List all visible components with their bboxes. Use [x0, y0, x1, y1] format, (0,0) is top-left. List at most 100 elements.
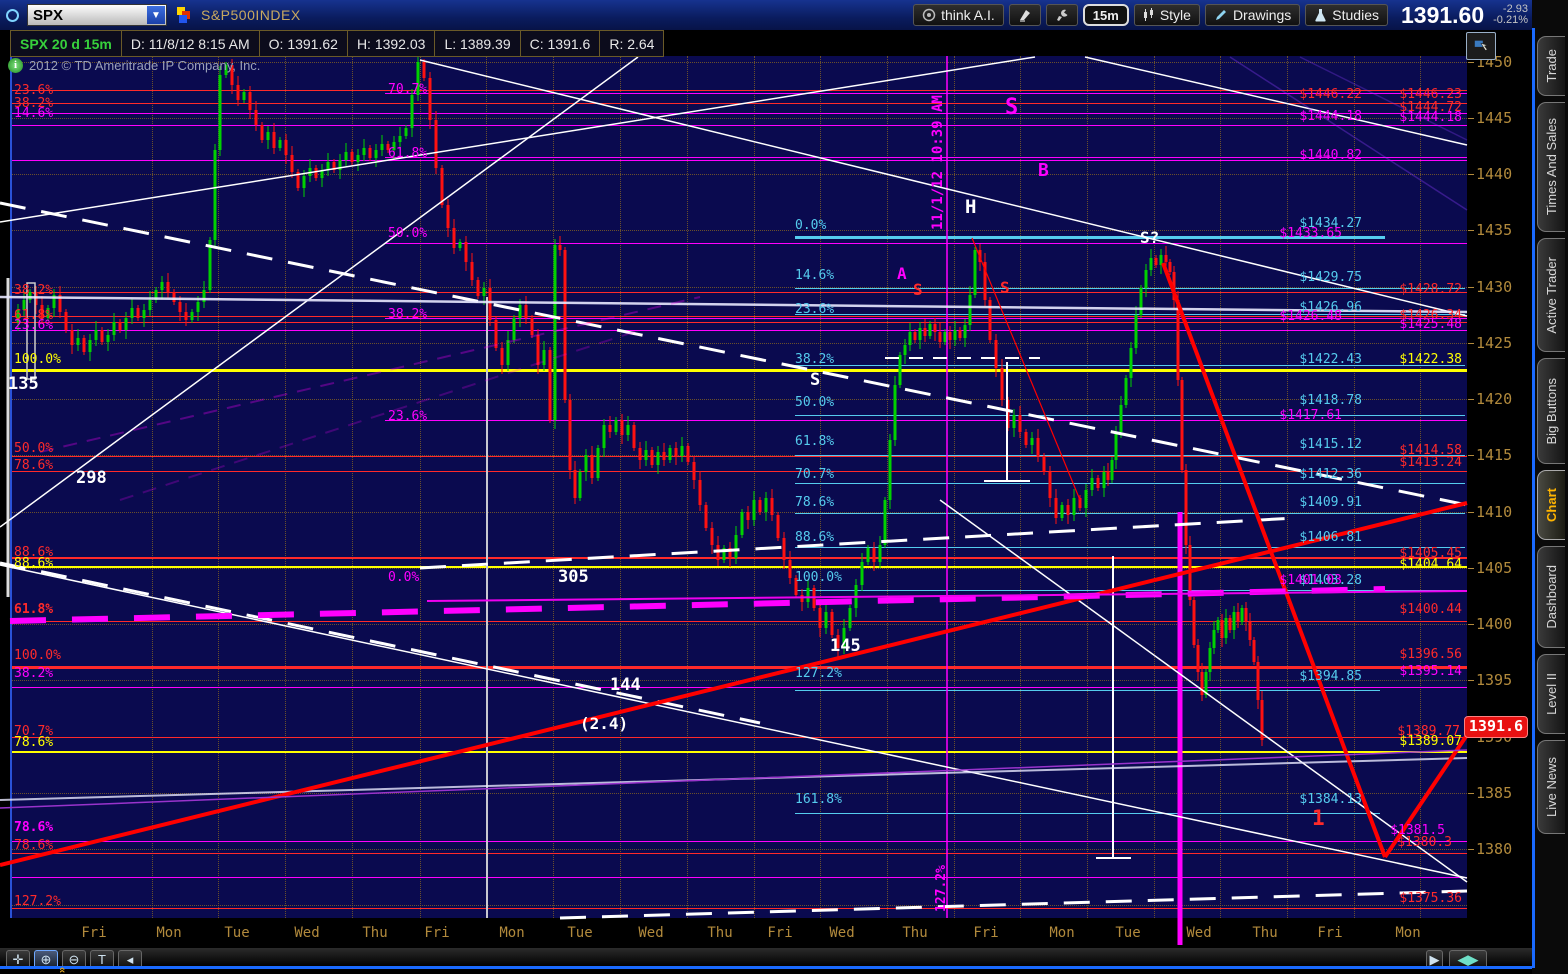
drawings-button[interactable]: Drawings [1204, 4, 1301, 26]
gridline-v [486, 56, 487, 918]
tab-dashboard[interactable]: Dashboard [1537, 546, 1565, 648]
date-axis[interactable]: Fri Mon Tue Wed Thu Fri Mon Tue Wed Thu Fri Wed Thu F… [10, 918, 1467, 948]
gridline-h [10, 230, 1467, 231]
timeframe-badge[interactable]: 15m [1082, 4, 1129, 26]
fib-line [795, 813, 1380, 814]
fib-line [795, 547, 1465, 548]
fib-line [795, 483, 1465, 484]
date-tick: Fri [1317, 925, 1343, 941]
marker-icon [1019, 10, 1030, 22]
ohlc-field: C: 1391.6 [521, 31, 601, 56]
gridline-v [152, 56, 153, 918]
fib-line [10, 113, 1467, 114]
tab-label: Chart [1544, 488, 1559, 522]
gridline-v [754, 56, 755, 918]
date-tick: Tue [567, 925, 593, 941]
fib-line [10, 330, 1467, 331]
ohlc-field: O: 1391.62 [260, 31, 348, 56]
price-tick: 1430 [1468, 278, 1512, 296]
tab-label: Dashboard [1544, 565, 1559, 629]
gridline-v [1087, 56, 1088, 918]
fib-line [10, 369, 1467, 372]
price-tick: 1445 [1468, 109, 1512, 127]
date-tick: Wed [1186, 925, 1212, 941]
tab-live-news[interactable]: Live News [1537, 740, 1565, 834]
fib-line [385, 157, 1467, 158]
symbol-info: SPX 20 d 15m [11, 31, 122, 56]
date-tick: Fri [973, 925, 999, 941]
cascade-icon[interactable] [177, 7, 193, 23]
price-tick: 1415 [1468, 446, 1512, 464]
tab-trade[interactable]: Trade [1537, 36, 1565, 96]
ohlc-field: R: 2.64 [609, 35, 655, 52]
fib-line [795, 513, 1465, 514]
settings-wrench-button[interactable] [1045, 4, 1078, 26]
price-tick: 1410 [1468, 503, 1512, 521]
date-tick: Thu [902, 925, 928, 941]
gridline-v [620, 56, 621, 918]
chevron-down-icon[interactable]: ▼ [147, 6, 165, 24]
marker-tool-button[interactable] [1008, 4, 1041, 26]
tab-times-and-sales[interactable]: Times And Sales [1537, 102, 1565, 232]
date-tick: Wed [829, 925, 855, 941]
candle-style-icon [1143, 8, 1153, 21]
ohlc-field: L: 1389.39 [435, 31, 521, 56]
gridline-v [553, 56, 554, 918]
gridline-v [1420, 56, 1421, 918]
fib-line [795, 415, 1465, 416]
gridline-h [10, 680, 1467, 681]
tab-label: Big Buttons [1544, 377, 1559, 445]
gridline-h [10, 849, 1467, 850]
tab-big-buttons[interactable]: Big Buttons [1537, 358, 1565, 464]
fib-line [10, 566, 1467, 568]
thinkorswim-window: { "app": { "symbol": "SPX", "symbol_desc… [0, 0, 1568, 974]
date-tick: Wed [294, 925, 320, 941]
expand-chevron-icon[interactable]: « [56, 967, 68, 971]
bottom-divider [0, 966, 1532, 969]
price-axis[interactable]: 1450 1445 1440 1435 1430 1425 1420 1415 1410 1405… [1468, 53, 1532, 948]
pointer-tool-button[interactable] [1466, 32, 1496, 60]
gridline-v [218, 56, 219, 918]
gridline-v [1354, 56, 1355, 918]
chart-canvas[interactable] [10, 56, 1467, 918]
price-tick: 1385 [1468, 784, 1512, 802]
price-tick: 1440 [1468, 165, 1512, 183]
date-tick: Thu [362, 925, 388, 941]
date-tick: Wed [638, 925, 664, 941]
fib-line [10, 90, 1467, 91]
tab-chart[interactable]: Chart [1537, 470, 1565, 540]
gridline-v [420, 56, 421, 918]
gridline-h [10, 62, 1467, 63]
fib-line [10, 557, 1467, 559]
tab-active-trader[interactable]: Active Trader [1537, 238, 1565, 352]
fib-line [795, 288, 1465, 289]
date-tick: Fri [424, 925, 450, 941]
link-dot-icon[interactable] [6, 8, 19, 22]
price-tick: 1400 [1468, 615, 1512, 633]
gridline-h [10, 793, 1467, 794]
fib-line [10, 103, 1467, 104]
fib-line [10, 687, 1467, 688]
fib-line [10, 841, 1467, 842]
fib-line [10, 456, 1467, 457]
hand-cursor-icon [1474, 40, 1489, 51]
gridline-v [285, 56, 286, 918]
think-ai-button[interactable]: think A.I. [913, 4, 1004, 26]
fib-line [10, 322, 1467, 323]
last-price: 1391.60 [1401, 1, 1485, 28]
style-button[interactable]: Style [1133, 4, 1200, 26]
date-tick: Mon [499, 925, 525, 941]
tab-label: Times And Sales [1544, 118, 1559, 216]
last-price-badge: 1391.6 [1464, 716, 1528, 738]
fib-line [10, 292, 1467, 293]
gridline-h [10, 118, 1467, 119]
studies-button[interactable]: Studies [1305, 4, 1388, 26]
date-tick: Mon [1049, 925, 1075, 941]
symbol-input[interactable]: SPX ▼ [27, 4, 167, 26]
ohlc-bar: SPX 20 d 15m D: 11/8/12 8:15 AM O: 1391.62… [10, 30, 665, 57]
gridline-v [687, 56, 688, 918]
tab-level-ii[interactable]: Level II [1537, 654, 1565, 734]
gridline-v [1220, 56, 1221, 918]
fib-line [10, 853, 1467, 854]
gridline-v [1154, 56, 1155, 918]
